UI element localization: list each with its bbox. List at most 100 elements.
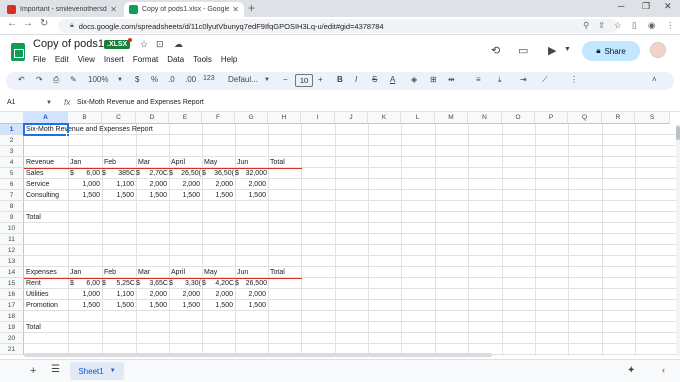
menu-data[interactable]: Data	[167, 55, 184, 64]
header-jun-cell[interactable]: Jun	[237, 157, 248, 168]
zoom-select[interactable]: 100%	[88, 75, 108, 84]
add-sheet-button[interactable]: +	[30, 365, 36, 377]
increase-decimal-button[interactable]: .00	[185, 75, 196, 84]
row-header-14[interactable]: 14	[0, 267, 24, 278]
row-header-2[interactable]: 2	[0, 135, 24, 146]
header-feb-cell[interactable]: Feb	[104, 157, 116, 168]
font-dropdown-icon[interactable]: ▼	[264, 77, 270, 83]
all-sheets-menu-icon[interactable]: ☰	[51, 364, 60, 375]
row-header-18[interactable]: 18	[0, 311, 24, 322]
vertical-align-icon[interactable]: ⤓	[498, 75, 502, 85]
row-header-17[interactable]: 17	[0, 300, 24, 311]
fill-handle[interactable]	[66, 133, 70, 137]
formula-input[interactable]: Six-Moth Revenue and Expenses Report	[77, 99, 204, 106]
close-tab-icon[interactable]: ✕	[110, 5, 117, 14]
utilities-mar-cell[interactable]: 2,000	[136, 289, 167, 300]
sales-jan-cell[interactable]: 6,00	[68, 168, 100, 179]
rent-jun-cell[interactable]: 26,500	[235, 278, 267, 289]
paint-format-icon[interactable]: ✎	[70, 75, 77, 84]
header-jan-cell[interactable]: Jan	[70, 267, 81, 278]
move-folder-icon[interactable]: ⊡	[156, 39, 164, 50]
consulting-may-cell[interactable]: 1,500	[202, 190, 233, 201]
service-jan-cell[interactable]: 1,000	[68, 179, 100, 190]
header-total-cell[interactable]: Total	[270, 157, 285, 168]
utilities-feb-cell[interactable]: 1,100	[102, 289, 134, 300]
header-total-cell[interactable]: Total	[270, 267, 285, 278]
column-header-h[interactable]: H	[268, 112, 301, 124]
strikethrough-button[interactable]: S	[372, 75, 377, 84]
menu-edit[interactable]: Edit	[55, 55, 69, 64]
row-header-5[interactable]: 5	[0, 168, 24, 179]
column-header-i[interactable]: I	[301, 112, 335, 124]
decrease-decimal-button[interactable]: .0	[168, 75, 175, 84]
row-header-12[interactable]: 12	[0, 245, 24, 256]
close-window-icon[interactable]: ✕	[664, 1, 672, 12]
new-tab-button[interactable]: +	[248, 1, 255, 15]
row-header-11[interactable]: 11	[0, 234, 24, 245]
sheet-tab-dropdown-icon[interactable]: ▼	[110, 368, 116, 374]
rent-may-cell[interactable]: 4,20C	[202, 278, 234, 289]
header-feb-cell[interactable]: Feb	[104, 267, 116, 278]
service-april-cell[interactable]: 2,000	[169, 179, 200, 190]
service-label-cell[interactable]: Service	[26, 179, 49, 190]
bold-button[interactable]: B	[337, 75, 343, 84]
menu-format[interactable]: Format	[133, 55, 158, 64]
text-rotation-icon[interactable]: ⟋	[542, 75, 548, 85]
sales-may-cell[interactable]: 36,50(	[202, 168, 234, 179]
row-header-15[interactable]: 15	[0, 278, 24, 289]
horizontal-scrollbar[interactable]	[24, 353, 492, 357]
minimize-window-icon[interactable]: ─	[618, 1, 624, 11]
row-header-21[interactable]: 21	[0, 344, 24, 355]
rent-mar-cell[interactable]: 3,65C	[136, 278, 168, 289]
rent-label-cell[interactable]: Rent	[26, 278, 41, 289]
font-select[interactable]: Defaul...	[228, 75, 258, 84]
column-header-b[interactable]: B	[68, 112, 102, 124]
sales-feb-cell[interactable]: 385C	[102, 168, 135, 179]
column-header-c[interactable]: C	[102, 112, 136, 124]
promotion-april-cell[interactable]: 1,500	[169, 300, 200, 311]
row-header-9[interactable]: 9	[0, 212, 24, 223]
promotion-jun-cell[interactable]: 1,500	[235, 300, 266, 311]
italic-button[interactable]: I	[355, 75, 357, 84]
column-header-o[interactable]: O	[502, 112, 535, 124]
share-button[interactable]: 🔒︎ Share	[582, 41, 640, 61]
menu-tools[interactable]: Tools	[193, 55, 212, 64]
expenses-header-cell[interactable]: Expenses	[26, 267, 57, 278]
row-header-4[interactable]: 4	[0, 157, 24, 168]
merge-cells-icon[interactable]: ⇹	[448, 75, 455, 84]
column-header-d[interactable]: D	[136, 112, 169, 124]
utilities-april-cell[interactable]: 2,000	[169, 289, 200, 300]
browser-tab-gmail[interactable]: Important - smilevenothersdont@... ✕	[2, 2, 122, 17]
header-mar-cell[interactable]: Mar	[138, 267, 150, 278]
more-formats-button[interactable]: 123	[203, 75, 215, 82]
bookmark-star-icon[interactable]: ☆	[614, 20, 622, 31]
row-header-13[interactable]: 13	[0, 256, 24, 267]
undo-icon[interactable]: ↶	[18, 75, 25, 84]
browser-tab-sheets[interactable]: Copy of pods1.xlsx - Google Sheets ✕	[124, 2, 244, 17]
row-header-20[interactable]: 20	[0, 333, 24, 344]
column-header-k[interactable]: K	[368, 112, 401, 124]
avatar[interactable]	[650, 42, 666, 58]
column-header-g[interactable]: G	[235, 112, 268, 124]
column-header-n[interactable]: N	[468, 112, 502, 124]
service-mar-cell[interactable]: 2,000	[136, 179, 167, 190]
expenses-total-label-cell[interactable]: Total	[26, 322, 41, 333]
menu-help[interactable]: Help	[221, 55, 237, 64]
column-header-s[interactable]: S	[635, 112, 670, 124]
sales-label-cell[interactable]: Sales	[26, 168, 44, 179]
vertical-scrollbar-thumb[interactable]	[676, 126, 680, 140]
sales-april-cell[interactable]: 26,50(	[169, 168, 201, 179]
currency-format-button[interactable]: $	[135, 75, 139, 84]
row-header-7[interactable]: 7	[0, 190, 24, 201]
sales-mar-cell[interactable]: 2,70C	[136, 168, 168, 179]
name-box-dropdown-icon[interactable]: ▼	[46, 100, 52, 106]
comments-icon[interactable]: ▭	[518, 44, 528, 57]
share-page-icon[interactable]: ⇪	[598, 20, 605, 31]
menu-view[interactable]: View	[78, 55, 95, 64]
meet-dropdown-icon[interactable]: ▼	[564, 46, 571, 53]
sheet-tab-sheet1[interactable]: Sheet1 ▼	[70, 362, 124, 380]
header-jun-cell[interactable]: Jun	[237, 267, 248, 278]
rent-jan-cell[interactable]: 6,00	[68, 278, 100, 289]
revenue-total-label-cell[interactable]: Total	[26, 212, 41, 223]
spreadsheet-grid[interactable]: A B C D E F G H I J K L M N O P Q R S 1 …	[0, 112, 676, 356]
